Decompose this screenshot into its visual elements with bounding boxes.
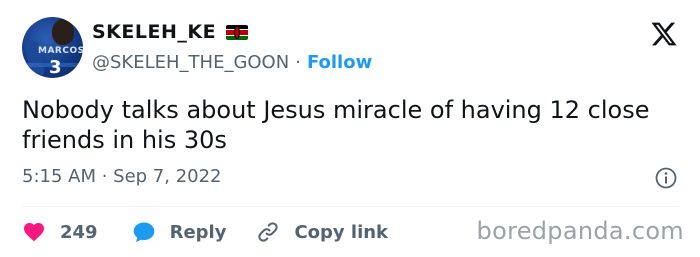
reply-label: Reply (169, 221, 227, 243)
author-handle[interactable]: @SKELEH_THE_GOON (92, 52, 289, 73)
copy-link-label: Copy link (294, 221, 389, 243)
author-name-row: SKELEH_KE (92, 19, 249, 45)
handle-separator: · (295, 51, 301, 73)
divider (22, 206, 678, 207)
avatar-number: 3 (49, 57, 62, 78)
reply-button[interactable]: Reply (132, 220, 227, 244)
avatar[interactable]: MARCOS 3 (22, 17, 83, 78)
handle-row: @SKELEH_THE_GOON · Follow (92, 50, 372, 74)
speech-bubble-icon (133, 222, 154, 242)
like-button[interactable]: 249 (22, 220, 98, 244)
info-icon[interactable] (654, 166, 678, 190)
copy-link-button[interactable]: Copy link (256, 220, 388, 244)
like-count: 249 (60, 221, 98, 243)
tweet-text: Nobody talks about Jesus miracle of havi… (22, 96, 650, 154)
x-logo-icon[interactable] (650, 20, 678, 48)
follow-button[interactable]: Follow (307, 52, 372, 73)
kenya-flag-icon (226, 24, 249, 40)
display-name[interactable]: SKELEH_KE (92, 21, 216, 43)
avatar-head (52, 19, 74, 45)
heart-icon (24, 223, 44, 242)
link-icon (258, 222, 279, 242)
tweet-timestamp[interactable]: 5:15 AM · Sep 7, 2022 (22, 166, 222, 187)
action-bar: 249 Reply Copy link (22, 219, 388, 245)
avatar-shirt-text: MARCOS (38, 46, 83, 56)
watermark: boredpanda.com (476, 217, 684, 245)
